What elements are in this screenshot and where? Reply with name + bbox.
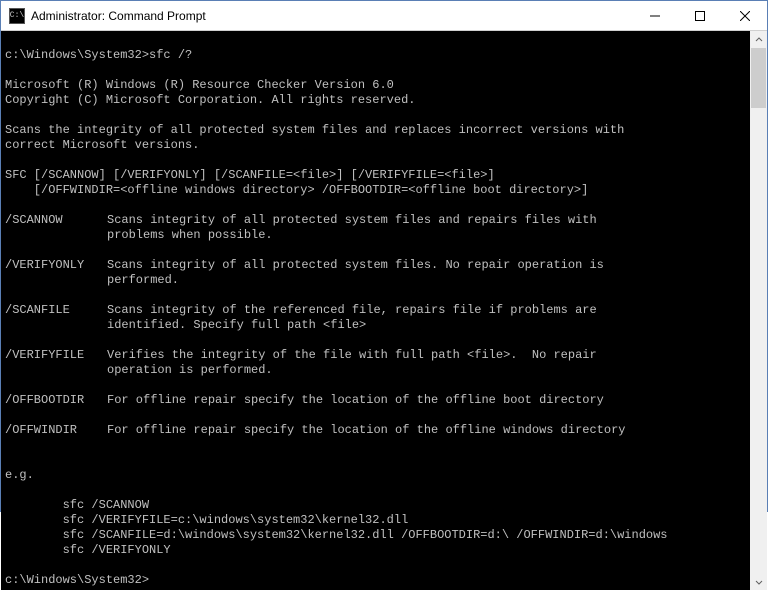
example-line: sfc /VERIFYFILE=c:\windows\system32\kern…	[5, 513, 408, 527]
console-output[interactable]: c:\Windows\System32>sfc /? Microsoft (R)…	[1, 31, 750, 590]
example-line: sfc /SCANFILE=d:\windows\system32\kernel…	[5, 528, 668, 542]
output-line: Microsoft (R) Windows (R) Resource Check…	[5, 78, 394, 92]
window-title: Administrator: Command Prompt	[31, 9, 632, 23]
option-row: /OFFWINDIRFor offline repair specify the…	[5, 423, 746, 438]
output-line: e.g.	[5, 468, 34, 482]
titlebar[interactable]: C:\ Administrator: Command Prompt	[1, 1, 767, 31]
option-name: /OFFBOOTDIR	[5, 393, 107, 408]
scroll-thumb[interactable]	[751, 48, 766, 108]
option-desc: Scans integrity of all protected system …	[107, 258, 697, 288]
minimize-icon	[650, 11, 660, 21]
option-name: /OFFWINDIR	[5, 423, 107, 438]
option-desc: Scans integrity of all protected system …	[107, 213, 697, 243]
option-name: /SCANNOW	[5, 213, 107, 228]
vertical-scrollbar[interactable]	[750, 31, 767, 590]
console-area: c:\Windows\System32>sfc /? Microsoft (R)…	[1, 31, 767, 590]
prompt-line: c:\Windows\System32>	[5, 573, 149, 587]
chevron-up-icon	[755, 36, 763, 44]
cmd-icon: C:\	[9, 8, 25, 24]
option-desc: Scans integrity of the referenced file, …	[107, 303, 697, 333]
minimize-button[interactable]	[632, 1, 677, 30]
output-line: Copyright (C) Microsoft Corporation. All…	[5, 93, 415, 107]
option-desc: For offline repair specify the location …	[107, 393, 697, 408]
scroll-up-button[interactable]	[750, 31, 767, 48]
option-row: /VERIFYONLYScans integrity of all protec…	[5, 258, 746, 288]
output-line: SFC [/SCANNOW] [/VERIFYONLY] [/SCANFILE=…	[5, 168, 495, 182]
option-row: /SCANNOWScans integrity of all protected…	[5, 213, 746, 243]
output-line: Scans the integrity of all protected sys…	[5, 123, 624, 152]
output-line: [/OFFWINDIR=<offline windows directory> …	[5, 183, 588, 197]
option-row: /VERIFYFILEVerifies the integrity of the…	[5, 348, 746, 378]
maximize-icon	[695, 11, 705, 21]
close-button[interactable]	[722, 1, 767, 30]
option-name: /VERIFYONLY	[5, 258, 107, 273]
command-prompt-window: C:\ Administrator: Command Prompt c:\Win…	[0, 0, 768, 512]
option-name: /SCANFILE	[5, 303, 107, 318]
close-icon	[740, 11, 750, 21]
maximize-button[interactable]	[677, 1, 722, 30]
scroll-down-button[interactable]	[750, 573, 767, 590]
window-control-buttons	[632, 1, 767, 30]
option-row: /SCANFILEScans integrity of the referenc…	[5, 303, 746, 333]
option-desc: Verifies the integrity of the file with …	[107, 348, 697, 378]
option-desc: For offline repair specify the location …	[107, 423, 697, 438]
option-row: /OFFBOOTDIRFor offline repair specify th…	[5, 393, 746, 408]
example-line: sfc /SCANNOW	[5, 498, 149, 512]
prompt-line: c:\Windows\System32>sfc /?	[5, 48, 192, 62]
example-line: sfc /VERIFYONLY	[5, 543, 171, 557]
option-name: /VERIFYFILE	[5, 348, 107, 363]
chevron-down-icon	[755, 578, 763, 586]
